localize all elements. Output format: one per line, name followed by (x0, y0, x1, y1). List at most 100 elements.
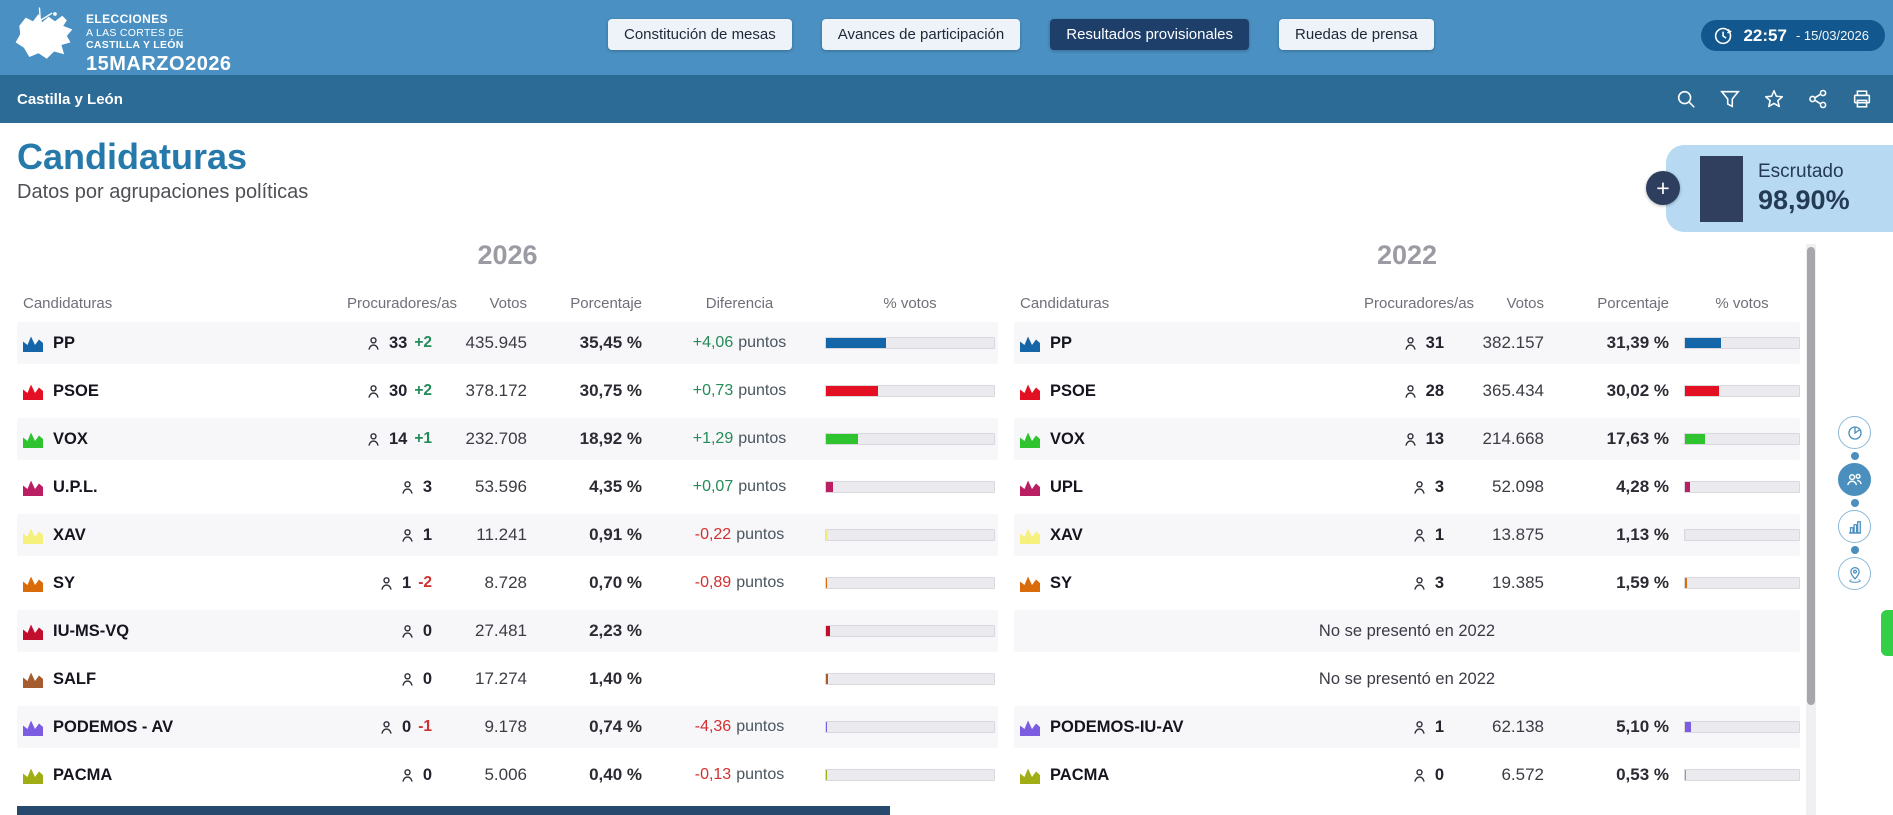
donut-chart-icon (1846, 424, 1864, 442)
escrutado-panel: Escrutado 98,90% (1666, 145, 1893, 232)
next-section-partial (17, 806, 890, 815)
difference-unit: puntos (738, 382, 786, 399)
candidaturas-view-button[interactable] (1838, 463, 1871, 496)
toolbar-dot (1851, 452, 1859, 460)
nav-avances-de-participacion[interactable]: Avances de participación (822, 19, 1021, 50)
toolbar-dot (1851, 546, 1859, 554)
difference-cell: -4,36puntos (657, 718, 822, 736)
party-row: PP33+2435.94535,45 %+4,06puntos (17, 322, 998, 364)
person-icon (1411, 479, 1428, 496)
party-crown-icon (1020, 575, 1040, 592)
percent-votes-bar (825, 769, 995, 781)
percentage-value: 2,23 % (542, 621, 657, 641)
column-header-votes: Votos (447, 295, 542, 312)
votes-value: 435.945 (447, 333, 542, 353)
difference-value: +4,06 (693, 334, 733, 351)
region-label: Castilla y León (17, 91, 123, 108)
votes-bar-cell (822, 481, 998, 493)
update-date: - 15/03/2026 (1796, 28, 1869, 43)
person-icon (1411, 767, 1428, 784)
star-icon[interactable] (1763, 88, 1785, 110)
view-switcher-toolbar (1838, 416, 1871, 590)
seats-delta: -1 (418, 718, 432, 736)
percent-votes-fill (1685, 434, 1705, 444)
seats-delta: +2 (414, 334, 432, 352)
party-row: PODEMOS-IU-AV162.1385,10 % (1014, 706, 1800, 748)
nav-constitucion-de-mesas[interactable]: Constitución de mesas (608, 19, 792, 50)
percent-votes-fill (1685, 482, 1690, 492)
bar-chart-view-button[interactable] (1838, 510, 1871, 543)
seats-delta: +2 (414, 382, 432, 400)
map-view-button[interactable] (1838, 557, 1871, 590)
seats-cell: 1 (347, 526, 447, 545)
seats-cell: 1 (1364, 526, 1459, 545)
party-name-cell: XAV (1014, 526, 1364, 545)
seats-cell: 3 (1364, 574, 1459, 593)
nav-resultados-provisionales[interactable]: Resultados provisionales (1050, 19, 1249, 50)
difference-value: -4,36 (695, 718, 731, 735)
party-name: PACMA (53, 766, 112, 785)
share-icon[interactable] (1807, 88, 1829, 110)
logo-line1: ELECCIONES (86, 13, 232, 27)
percent-votes-fill (1685, 530, 1686, 540)
votes-value: 17.274 (447, 669, 542, 689)
escrutado-label: Escrutado (1758, 161, 1850, 183)
seats-count: 3 (1435, 574, 1444, 593)
column-header-bar: % votos (1684, 295, 1800, 312)
percent-votes-fill (826, 434, 858, 444)
party-row: PACMA06.5720,53 % (1014, 754, 1800, 796)
party-crown-icon (23, 527, 43, 544)
votes-value: 6.572 (1459, 765, 1559, 785)
seats-cell: 0 (347, 622, 447, 641)
party-row: XAV113.8751,13 % (1014, 514, 1800, 556)
party-row: No se presentó en 2022 (1014, 658, 1800, 700)
print-icon[interactable] (1851, 88, 1873, 110)
bar-chart-icon (1846, 518, 1864, 536)
votes-bar-cell (822, 385, 998, 397)
toolbar-dot (1851, 499, 1859, 507)
search-icon[interactable] (1675, 88, 1697, 110)
edge-widget-tab[interactable] (1881, 610, 1893, 656)
party-crown-icon (23, 623, 43, 640)
seats-count: 3 (1435, 478, 1444, 497)
column-header-name: Candidaturas (1014, 295, 1364, 312)
percent-votes-bar (825, 529, 995, 541)
difference-value: +1,29 (693, 430, 733, 447)
page-subtitle: Datos por agrupaciones políticas (17, 181, 308, 204)
party-row: PSOE28365.43430,02 % (1014, 370, 1800, 412)
party-name-cell: UPL (1014, 478, 1364, 497)
seats-delta: -2 (418, 574, 432, 592)
nav-ruedas-de-prensa[interactable]: Ruedas de prensa (1279, 19, 1434, 50)
donut-chart-view-button[interactable] (1838, 416, 1871, 449)
person-icon (1411, 527, 1428, 544)
percent-votes-bar (1684, 769, 1800, 781)
column-header-bar: % votos (822, 295, 998, 312)
percentage-value: 4,28 % (1559, 477, 1684, 497)
last-update-clock[interactable]: 22:57 - 15/03/2026 (1701, 20, 1885, 51)
votes-bar-cell (1684, 721, 1800, 733)
votes-bar-cell (1684, 337, 1800, 349)
votes-bar-cell (822, 433, 998, 445)
seats-cell: 1 (1364, 718, 1459, 737)
filter-icon[interactable] (1719, 88, 1741, 110)
update-time: 22:57 (1743, 26, 1786, 46)
party-crown-icon (23, 719, 43, 736)
percentage-value: 1,59 % (1559, 573, 1684, 593)
vertical-scrollbar-thumb[interactable] (1807, 247, 1815, 705)
seats-cell: 0 (1364, 766, 1459, 785)
party-name: SY (1050, 574, 1072, 593)
seats-cell: 30+2 (347, 382, 447, 401)
results-table-2026: 2026 CandidaturasProcuradores/asVotosPor… (17, 240, 998, 802)
difference-value: +0,73 (693, 382, 733, 399)
percent-votes-bar (1684, 337, 1800, 349)
column-header-pct: Porcentaje (1559, 295, 1684, 312)
percentage-value: 0,40 % (542, 765, 657, 785)
clock-refresh-icon (1713, 25, 1734, 46)
percent-votes-fill (1685, 722, 1691, 732)
table-year-title: 2022 (1014, 240, 1800, 280)
seats-count: 0 (1435, 766, 1444, 785)
expand-button[interactable]: + (1646, 171, 1680, 205)
percent-votes-fill (826, 482, 833, 492)
percent-votes-bar (825, 385, 995, 397)
person-icon (399, 767, 416, 784)
